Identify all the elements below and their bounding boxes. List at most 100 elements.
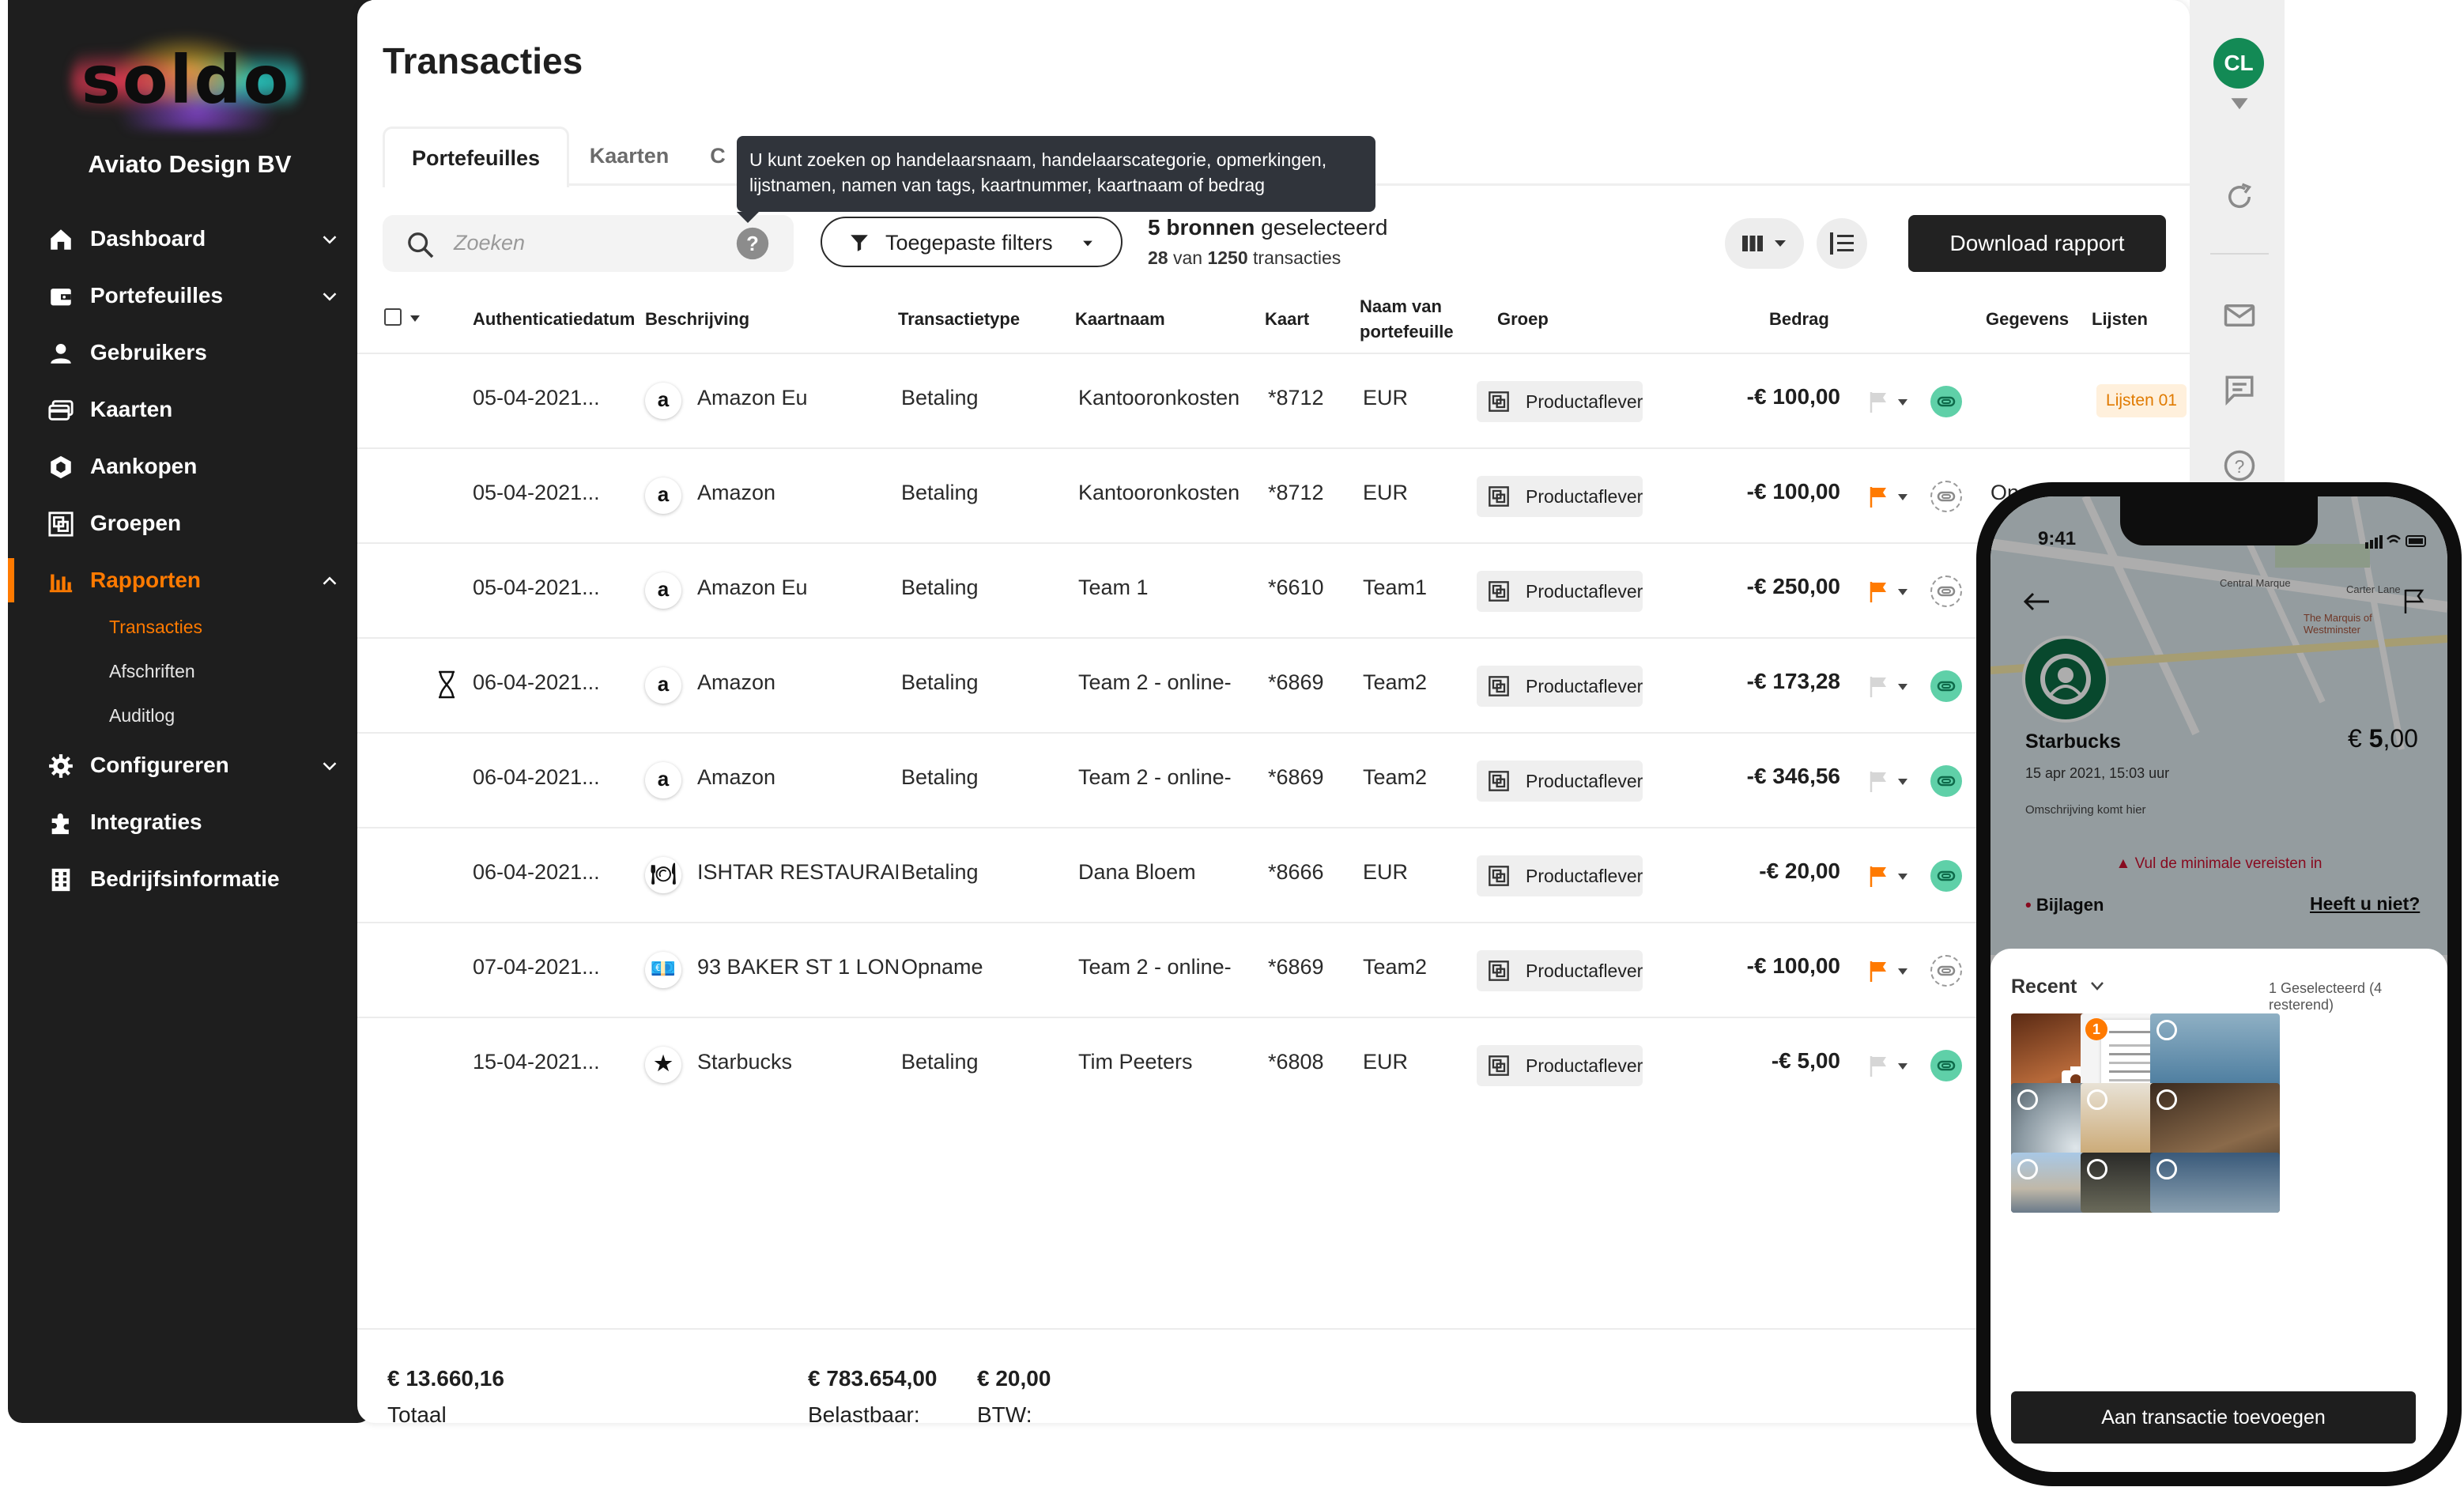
group-chip[interactable]: Productaflevering bbox=[1477, 760, 1643, 802]
recent-dropdown[interactable]: Recent bbox=[2011, 976, 2077, 998]
group-chip[interactable]: Productaflevering bbox=[1477, 1045, 1643, 1086]
sidebar-item-portefeuilles[interactable]: Portefeuilles bbox=[8, 274, 372, 318]
table-row[interactable]: 07-04-2021... 💶 93 BAKER ST 1 LONDONOpname… bbox=[357, 922, 2190, 1018]
flag-icon[interactable] bbox=[1869, 485, 1889, 508]
flag-icon[interactable] bbox=[2403, 588, 2425, 613]
col-header-group[interactable]: Groep bbox=[1497, 307, 1549, 332]
caret-down-icon[interactable] bbox=[1897, 873, 1908, 881]
caret-down-icon[interactable] bbox=[1897, 778, 1908, 786]
table-row[interactable]: 05-04-2021... a Amazon Eu Betaling Kantooron… bbox=[357, 353, 2190, 449]
caret-down-icon[interactable] bbox=[2223, 95, 2256, 115]
sidebar-item-kaarten[interactable]: Kaarten bbox=[8, 387, 372, 432]
sidebar-item-rapporten[interactable]: Rapporten bbox=[8, 558, 372, 602]
col-header-card-name[interactable]: Kaartnaam bbox=[1075, 307, 1165, 332]
table-row[interactable]: 06-04-2021... a Amazon Betaling Team 2 - onl… bbox=[357, 732, 2190, 828]
flag-icon[interactable] bbox=[1869, 865, 1889, 887]
columns-button[interactable] bbox=[1725, 218, 1804, 269]
group-chip[interactable]: Productaflevering bbox=[1477, 950, 1643, 991]
col-header-type[interactable]: Transactietype bbox=[898, 307, 1020, 332]
search-input[interactable]: Zoeken ? bbox=[383, 215, 794, 272]
attachment-icon[interactable] bbox=[1930, 386, 1962, 417]
help-icon[interactable]: ? bbox=[735, 226, 770, 261]
select-ring[interactable] bbox=[2156, 1020, 2177, 1040]
applied-filters-button[interactable]: Toegepaste filters bbox=[821, 217, 1123, 267]
attachment-icon[interactable] bbox=[1930, 1050, 1962, 1081]
attachment-missing-icon[interactable] bbox=[1930, 481, 1962, 512]
caret-down-icon[interactable] bbox=[1897, 588, 1908, 596]
table-row[interactable]: 15-04-2021... ★ Starbucks Betaling Tim Peete… bbox=[357, 1017, 2190, 1113]
tab-portefeuilles[interactable]: Portefeuilles bbox=[383, 126, 569, 187]
attachment-icon[interactable] bbox=[1930, 670, 1962, 702]
group-chip[interactable]: Productaflevering bbox=[1477, 476, 1643, 517]
search-icon bbox=[408, 232, 434, 259]
list-badge[interactable]: Lijsten 01 bbox=[2096, 384, 2187, 417]
help-circle-icon[interactable]: ? bbox=[2223, 449, 2256, 482]
select-ring[interactable] bbox=[2087, 1159, 2107, 1179]
soldo-logo[interactable]: soldo bbox=[71, 32, 300, 130]
col-header-amount[interactable]: Bedrag bbox=[1769, 307, 1829, 332]
col-header-card[interactable]: Kaart bbox=[1265, 307, 1309, 332]
flag-icon[interactable] bbox=[1869, 1055, 1889, 1077]
select-ring[interactable] bbox=[2017, 1159, 2038, 1179]
list-view-button[interactable] bbox=[1817, 218, 1867, 269]
sidebar-item-groepen[interactable]: Groepen bbox=[8, 501, 372, 545]
chevron-down-icon[interactable] bbox=[2090, 980, 2104, 991]
attachment-missing-icon[interactable] bbox=[1930, 576, 1962, 607]
group-chip[interactable]: Productaflevering bbox=[1477, 855, 1643, 896]
add-to-transaction-button[interactable]: Aan transactie toevoegen bbox=[2011, 1391, 2416, 1444]
sidebar-item-bedrijfsinformatie[interactable]: Bedrijfsinformatie bbox=[8, 857, 372, 901]
sidebar-item-gebruikers[interactable]: Gebruikers bbox=[8, 330, 372, 375]
attachment-missing-icon[interactable] bbox=[1930, 955, 1962, 987]
flag-icon[interactable] bbox=[1869, 960, 1889, 982]
col-header-description[interactable]: Beschrijving bbox=[645, 307, 749, 332]
select-ring[interactable] bbox=[2087, 1089, 2107, 1110]
flag-icon[interactable] bbox=[1869, 391, 1889, 413]
table-row[interactable]: 06-04-2021... 🍽 ISHTAR RESTAURANTBetaling D… bbox=[357, 827, 2190, 923]
sidebar-sub-auditlog[interactable]: Auditlog bbox=[109, 705, 175, 727]
sidebar-sub-transacties[interactable]: Transacties bbox=[109, 617, 202, 638]
select-ring[interactable] bbox=[2017, 1089, 2038, 1110]
company-name[interactable]: Aviato Design BV bbox=[16, 150, 364, 179]
flag-icon[interactable] bbox=[1869, 675, 1889, 697]
sidebar-sub-afschriften[interactable]: Afschriften bbox=[109, 661, 195, 682]
group-chip[interactable]: Productaflevering bbox=[1477, 381, 1643, 422]
mail-icon[interactable] bbox=[2223, 299, 2256, 332]
caret-down-icon[interactable] bbox=[1897, 398, 1908, 406]
attachment-icon[interactable] bbox=[1930, 860, 1962, 892]
col-header-wallet[interactable]: Naam van portefeuille bbox=[1360, 294, 1454, 345]
sidebar-item-dashboard[interactable]: Dashboard bbox=[8, 217, 372, 261]
flag-icon[interactable] bbox=[1869, 580, 1889, 602]
caret-down-icon[interactable] bbox=[1897, 493, 1908, 501]
sidebar-item-configureren[interactable]: Configureren bbox=[8, 743, 372, 787]
caret-down-icon[interactable] bbox=[1897, 968, 1908, 976]
select-ring[interactable] bbox=[2156, 1159, 2177, 1179]
caret-down-icon[interactable] bbox=[409, 315, 421, 323]
caret-down-icon[interactable] bbox=[1897, 683, 1908, 691]
cell-amount: -€ 346,56 bbox=[1746, 764, 1840, 788]
select-all-checkbox[interactable] bbox=[384, 308, 402, 326]
refresh-icon[interactable] bbox=[2223, 180, 2256, 213]
table-row[interactable]: 05-04-2021... a Amazon Betaling Kantooronkos… bbox=[357, 447, 2190, 544]
col-header-data[interactable]: Gegevens bbox=[1986, 307, 2069, 332]
sidebar-item-integraties[interactable]: Integraties bbox=[8, 800, 372, 844]
attachment-icon[interactable] bbox=[1930, 765, 1962, 797]
sidebar-item-label: Aankopen bbox=[90, 454, 198, 478]
back-arrow-icon[interactable] bbox=[2022, 590, 2051, 613]
group-chip[interactable]: Productaflevering bbox=[1477, 571, 1643, 612]
chat-icon[interactable] bbox=[2223, 373, 2256, 406]
group-chip[interactable]: Productaflevering bbox=[1477, 666, 1643, 707]
total-value: € 13.660,16 bbox=[387, 1366, 504, 1391]
col-header-date[interactable]: Authenticatiedatum bbox=[473, 307, 635, 332]
table-row[interactable]: 06-04-2021... a Amazon Betaling Team 2 - onl… bbox=[357, 637, 2190, 734]
flag-icon[interactable] bbox=[1869, 770, 1889, 792]
photo-thumb[interactable] bbox=[2150, 1153, 2280, 1213]
table-row[interactable]: 05-04-2021... a Amazon Eu Betaling Team 1 *66… bbox=[357, 542, 2190, 639]
avatar[interactable]: CL bbox=[2213, 38, 2264, 89]
tab-kaarten[interactable]: Kaarten bbox=[564, 126, 694, 185]
download-report-button[interactable]: Download rapport bbox=[1908, 215, 2166, 272]
sidebar-item-aankopen[interactable]: Aankopen bbox=[8, 444, 372, 489]
caret-down-icon[interactable] bbox=[1897, 1062, 1908, 1070]
col-header-lists[interactable]: Lijsten bbox=[2092, 307, 2148, 332]
tab-third[interactable]: C bbox=[694, 126, 741, 185]
select-ring[interactable] bbox=[2156, 1089, 2177, 1110]
